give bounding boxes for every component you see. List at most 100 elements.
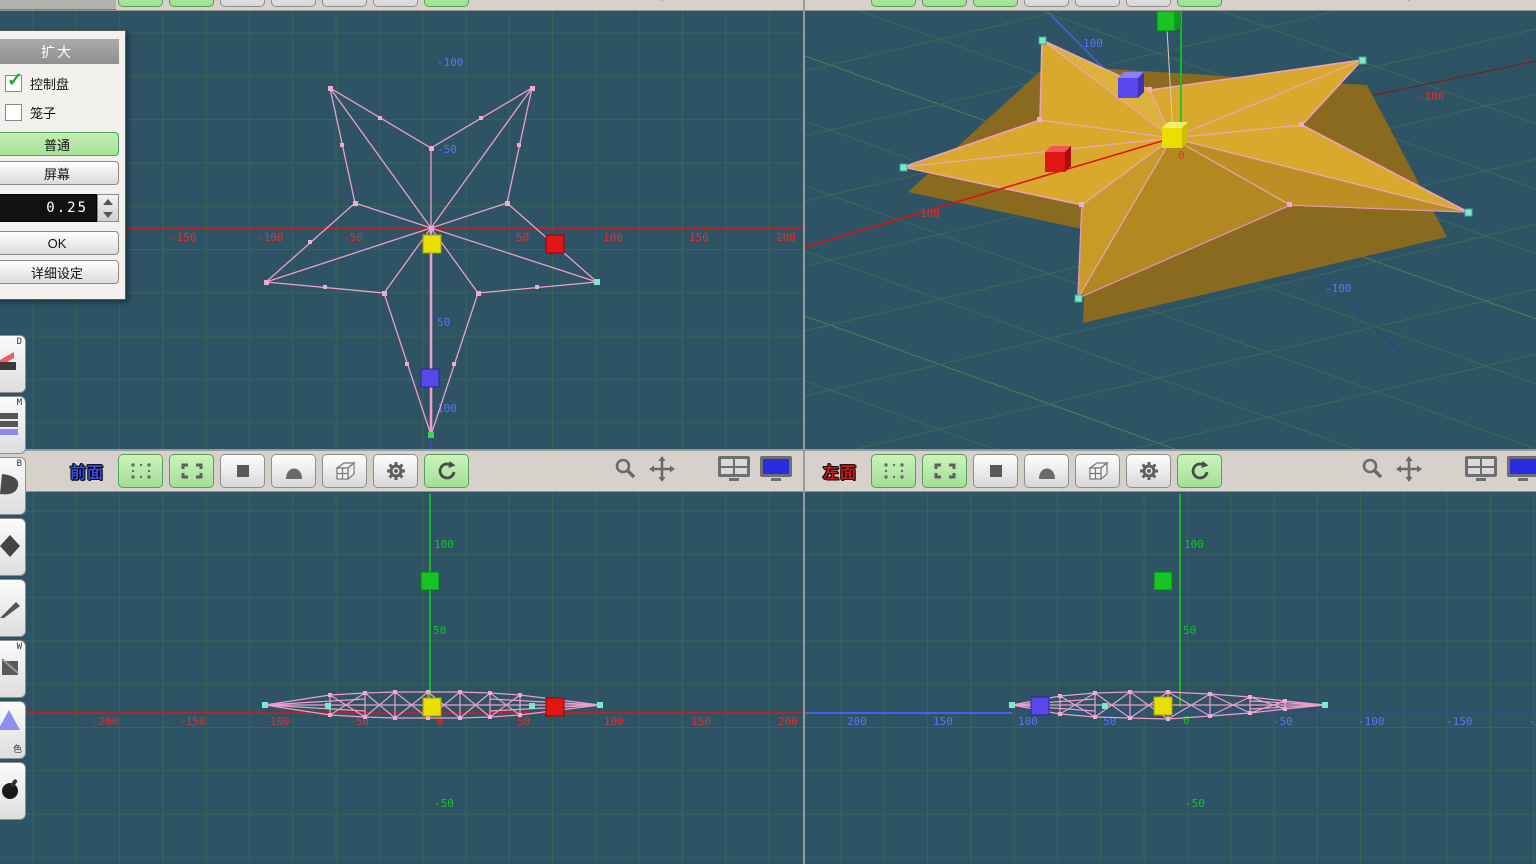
zoom-icon[interactable]: [613, 0, 639, 6]
scale-handle-z[interactable]: [1031, 697, 1049, 715]
viewport-front-view[interactable]: 前面 -200-150-100-50050100150200 10050-50: [0, 451, 803, 864]
scale-handle-center[interactable]: [423, 698, 441, 716]
svg-text:200: 200: [776, 231, 796, 244]
svg-text:50: 50: [437, 316, 450, 329]
zoom-icon[interactable]: [1360, 0, 1386, 6]
viewport-perspective[interactable]: 透视: [805, 0, 1536, 449]
toggle-faces-button[interactable]: [973, 454, 1018, 488]
rotate-view-button[interactable]: [1177, 454, 1222, 488]
toggle-patch-button[interactable]: [1024, 454, 1069, 488]
svg-text:100: 100: [434, 538, 454, 551]
toggle-vertices-button[interactable]: [871, 454, 916, 488]
toggle-patch-button[interactable]: [271, 0, 316, 7]
viewport-left-view[interactable]: 左面 20015010050-50-100-150-200 100500-: [805, 451, 1536, 864]
scale-value-input[interactable]: 0.25: [0, 194, 97, 222]
scale-handle-x[interactable]: [546, 698, 564, 716]
single-view-button[interactable]: [759, 0, 795, 6]
value-spinner[interactable]: [97, 194, 119, 222]
quad-view-button[interactable]: [1464, 455, 1500, 487]
scale-handle-center[interactable]: [1162, 122, 1188, 148]
mesh-vertices[interactable]: [264, 86, 554, 366]
tool-button[interactable]: W: [0, 640, 26, 698]
view-settings-gear-button[interactable]: [1126, 0, 1171, 7]
dialog-title[interactable]: 扩大: [0, 39, 119, 64]
toggle-cube-button[interactable]: [322, 454, 367, 488]
zoom-icon[interactable]: [613, 456, 639, 487]
toggle-edges-button[interactable]: [169, 0, 214, 7]
checkbox-cage[interactable]: 笼子: [5, 103, 117, 122]
toggle-vertices-button[interactable]: [871, 0, 916, 7]
tool-button[interactable]: [0, 579, 26, 637]
pan-icon[interactable]: [649, 456, 675, 487]
scale-handle-z[interactable]: [1118, 72, 1144, 98]
quad-view-button[interactable]: [1464, 0, 1500, 6]
viewport-toolbar: 上面: [0, 0, 803, 11]
selected-vertex-green[interactable]: [428, 432, 434, 438]
tool-button[interactable]: [0, 518, 26, 576]
toggle-faces-button[interactable]: [220, 454, 265, 488]
quad-view-button[interactable]: [717, 455, 753, 487]
toggle-cube-button[interactable]: [1075, 454, 1120, 488]
quad-view-button[interactable]: [717, 0, 753, 6]
viewport-toolbar-clipped: 上面: [0, 0, 803, 11]
spinner-up-icon[interactable]: [98, 195, 118, 208]
perspective-canvas[interactable]: 1000-100100-100: [805, 11, 1536, 449]
toggle-edges-button[interactable]: [922, 454, 967, 488]
scale-handle-z[interactable]: [421, 369, 439, 387]
scale-handle-center[interactable]: [1154, 697, 1172, 715]
scale-dialog[interactable]: 扩大 ✓ 控制盘 笼子 普通 屏幕 0.25 OK 详细设定: [0, 30, 126, 300]
view-settings-gear-button[interactable]: [373, 454, 418, 488]
svg-text:100: 100: [603, 231, 623, 244]
tool-button[interactable]: [0, 762, 26, 820]
pan-icon[interactable]: [1396, 0, 1422, 6]
rotate-view-button[interactable]: [1177, 0, 1222, 7]
left-view-canvas[interactable]: 20015010050-50-100-150-200 100500-50: [805, 492, 1536, 864]
scale-handle-x[interactable]: [546, 235, 564, 253]
spinner-down-icon[interactable]: [98, 208, 118, 221]
ok-button[interactable]: OK: [0, 231, 119, 255]
star-solid[interactable]: [903, 40, 1468, 323]
pan-icon[interactable]: [1396, 456, 1422, 487]
mode-screen-button[interactable]: 屏幕: [0, 161, 119, 185]
single-view-button[interactable]: [1506, 455, 1536, 487]
toggle-cube-button[interactable]: [1075, 0, 1120, 7]
toggle-vertices-button[interactable]: [118, 454, 163, 488]
tool-button[interactable]: 色: [0, 701, 26, 759]
selected-vertex-cyan[interactable]: [594, 279, 600, 285]
checkbox-controller[interactable]: ✓ 控制盘: [5, 74, 117, 93]
scale-handle-center[interactable]: [423, 235, 441, 253]
toggle-vertices-button[interactable]: [118, 0, 163, 7]
svg-text:150: 150: [689, 231, 709, 244]
front-view-canvas[interactable]: -200-150-100-50050100150200 10050-50: [0, 492, 803, 864]
toggle-faces-button[interactable]: [220, 0, 265, 7]
svg-text:100: 100: [1018, 715, 1038, 728]
scale-handle-y[interactable]: [1157, 11, 1181, 31]
toggle-patch-button[interactable]: [271, 454, 316, 488]
svg-text:-100: -100: [263, 715, 290, 728]
svg-text:200: 200: [847, 715, 867, 728]
toggle-cube-button[interactable]: [322, 0, 367, 7]
toggle-edges-button[interactable]: [922, 0, 967, 7]
mode-normal-button[interactable]: 普通: [0, 132, 119, 156]
toggle-patch-button[interactable]: [1024, 0, 1069, 7]
checkbox-icon[interactable]: ✓: [5, 75, 22, 92]
tool-button[interactable]: D: [0, 335, 26, 393]
view-settings-gear-button[interactable]: [1126, 454, 1171, 488]
toggle-edges-button[interactable]: [169, 454, 214, 488]
tool-button[interactable]: M: [0, 396, 26, 454]
pan-icon[interactable]: [649, 0, 675, 6]
single-view-button[interactable]: [1506, 0, 1536, 6]
rotate-view-button[interactable]: [424, 454, 469, 488]
scale-handle-x[interactable]: [1045, 146, 1071, 172]
scale-handle-y[interactable]: [1154, 572, 1172, 590]
toggle-faces-button[interactable]: [973, 0, 1018, 7]
svg-text:-150: -150: [1446, 715, 1473, 728]
detail-settings-button[interactable]: 详细设定: [0, 260, 119, 284]
rotate-view-button[interactable]: [424, 0, 469, 7]
single-view-button[interactable]: [759, 455, 795, 487]
view-settings-gear-button[interactable]: [373, 0, 418, 7]
checkbox-icon[interactable]: [5, 104, 22, 121]
tool-button[interactable]: B: [0, 457, 26, 515]
zoom-icon[interactable]: [1360, 456, 1386, 487]
scale-handle-y[interactable]: [421, 572, 439, 590]
